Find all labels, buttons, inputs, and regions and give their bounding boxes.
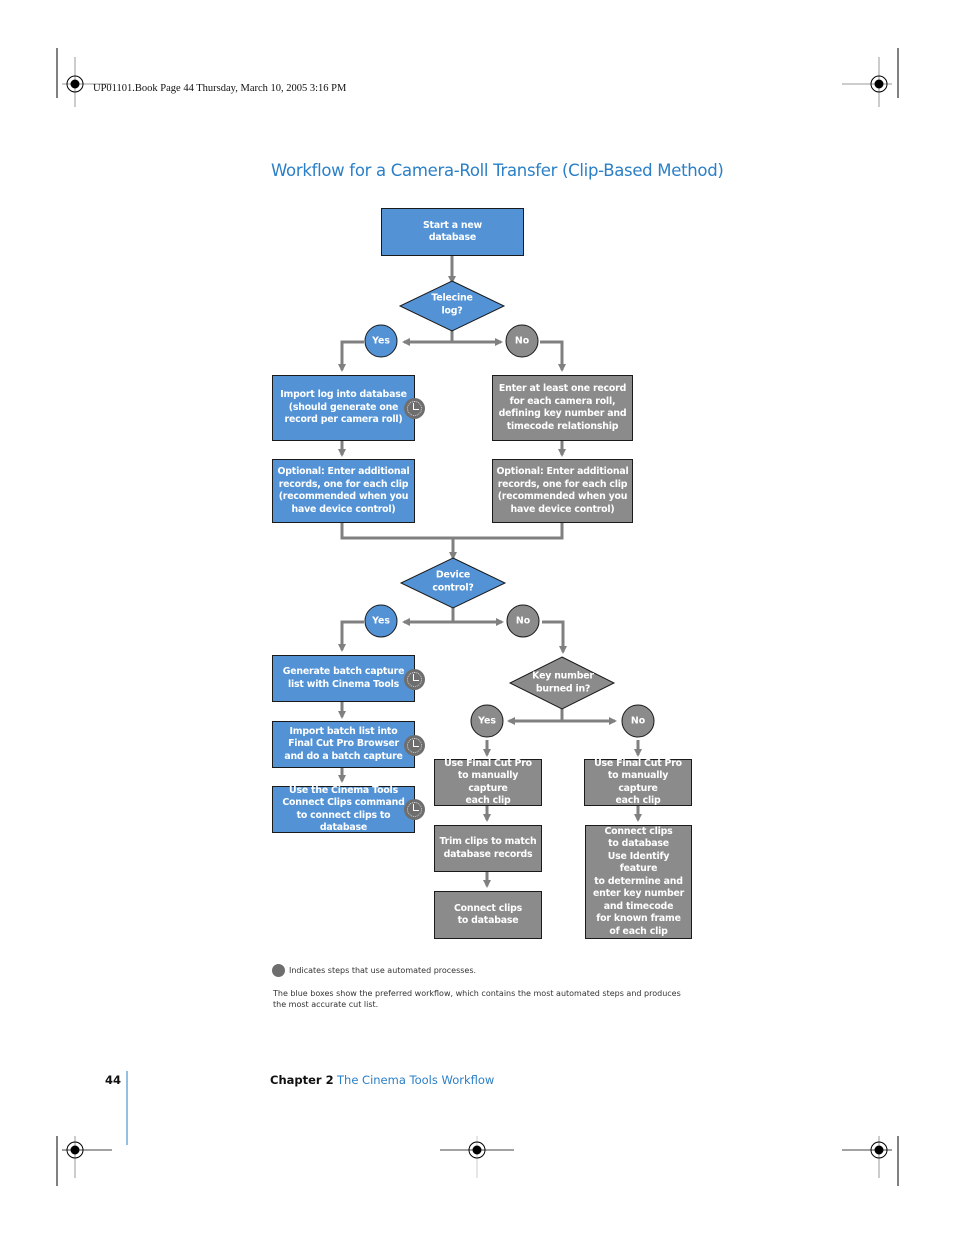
- clock-icon: [404, 799, 425, 820]
- clock-icon: [404, 669, 425, 690]
- generate-batch-box: Generate batch capture list with Cinema …: [272, 655, 415, 702]
- chapter-title: The Cinema Tools Workflow: [337, 1073, 495, 1087]
- flowchart-connectors: [338, 256, 655, 888]
- clock-icon: [404, 735, 425, 756]
- optional-records-blue-box: Optional: Enter additional records, one …: [272, 459, 415, 523]
- telecine-no-label: No: [514, 335, 530, 347]
- telecine-yes-label: Yes: [372, 335, 390, 347]
- manual-capture-yes-box: Use Final Cut Pro to manually capture ea…: [434, 758, 542, 806]
- device-no-label: No: [515, 615, 531, 627]
- connector: [540, 340, 566, 372]
- chapter-label: Chapter 2: [270, 1073, 334, 1087]
- figure-note: The blue boxes show the preferred workfl…: [273, 989, 681, 1009]
- page-number: 44: [105, 1073, 122, 1087]
- connect-clips-command-box: Use the Cinema Tools Connect Clips comma…: [272, 785, 415, 833]
- connect-identify-box: Connect clips to database Use Identify f…: [585, 825, 692, 939]
- import-log-box: Import log into database (should generat…: [272, 375, 415, 441]
- clock-icon: [404, 398, 425, 419]
- connector: [542, 620, 567, 654]
- telecine-decision-label: Telecine log?: [431, 292, 473, 317]
- connector: [338, 340, 364, 372]
- legend-text: Indicates steps that use automated proce…: [289, 966, 477, 975]
- connector: [340, 523, 564, 540]
- manual-capture-no-box: Use Final Cut Pro to manually capture ea…: [584, 758, 692, 806]
- trim-clips-box: Trim clips to match database records: [434, 825, 542, 872]
- enter-record-box: Enter at least one record for each camer…: [492, 375, 633, 441]
- connector: [338, 620, 364, 652]
- keynumber-no-label: No: [630, 715, 646, 727]
- connect-clips-box: Connect clips to database: [434, 891, 542, 939]
- import-batch-box: Import batch list into Final Cut Pro Bro…: [272, 721, 415, 768]
- start-database-box: Start a new database: [381, 208, 524, 256]
- optional-records-gray-box: Optional: Enter additional records, one …: [492, 459, 633, 523]
- keynumber-decision-label: Key number burned in?: [532, 670, 594, 695]
- device-yes-label: Yes: [372, 615, 390, 627]
- keynumber-yes-label: Yes: [478, 715, 496, 727]
- device-decision-label: Device control?: [432, 569, 474, 594]
- clock-icon: [272, 964, 285, 977]
